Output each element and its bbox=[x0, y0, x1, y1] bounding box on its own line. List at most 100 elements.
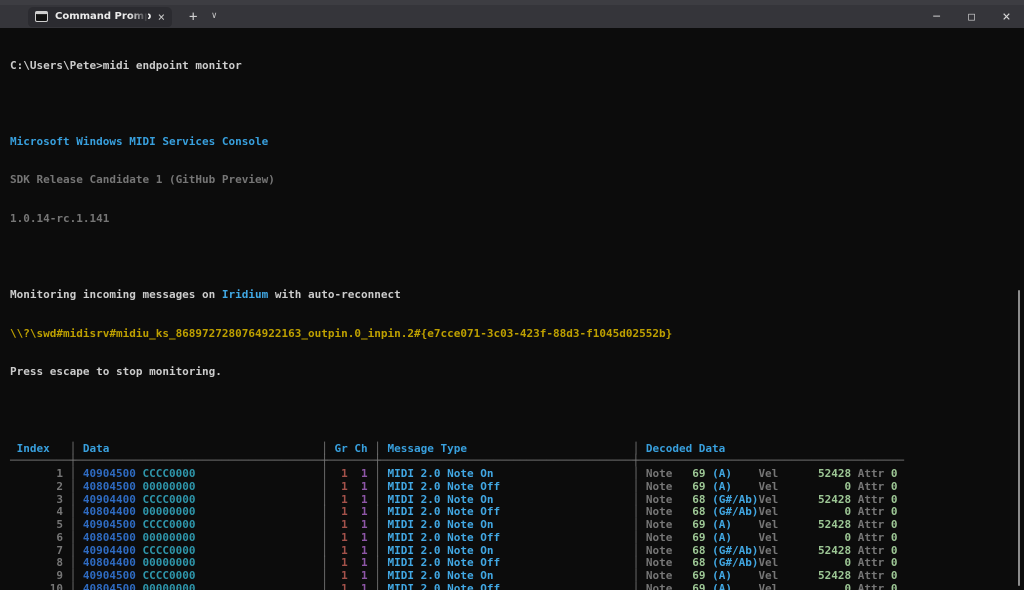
cell-data-word1: 40904500 bbox=[83, 569, 136, 582]
cell-attr-label: Attr bbox=[851, 582, 891, 590]
monitoring-prefix: Monitoring incoming messages on bbox=[10, 288, 222, 301]
header-index: Index bbox=[10, 442, 63, 455]
cell-note-label: Note bbox=[646, 480, 673, 493]
cell-velocity: 52428 bbox=[778, 493, 851, 506]
column-separator: │ bbox=[368, 480, 388, 493]
cell-channel: 1 bbox=[348, 544, 368, 557]
column-separator: │ bbox=[63, 582, 83, 590]
cell-attr-label: Attr bbox=[851, 518, 891, 531]
command-prompt-icon bbox=[35, 11, 48, 22]
tab-close-icon[interactable]: × bbox=[158, 11, 165, 23]
scrollbar-thumb[interactable] bbox=[1018, 290, 1020, 586]
cell-velocity-label: Vel bbox=[758, 480, 778, 493]
column-separator: │ bbox=[633, 480, 646, 493]
cell-velocity: 0 bbox=[778, 531, 851, 544]
cell-group: 1 bbox=[335, 467, 348, 480]
column-separator: │ bbox=[633, 493, 646, 506]
cell-group: 1 bbox=[335, 531, 348, 544]
cell-velocity: 52428 bbox=[778, 569, 851, 582]
cell-message-type: MIDI 2.0 Note On bbox=[388, 569, 633, 582]
cell-attr-label: Attr bbox=[851, 569, 891, 582]
column-separator: │ bbox=[63, 531, 83, 544]
tab-command-prompt[interactable]: Command Prompt - midi end × bbox=[28, 7, 172, 27]
cell-channel: 1 bbox=[348, 505, 368, 518]
cell-attr-value: 0 bbox=[891, 518, 898, 531]
cell-attr-value: 0 bbox=[891, 582, 898, 590]
cell-note-label: Note bbox=[646, 518, 673, 531]
column-separator: │ bbox=[633, 518, 646, 531]
cell-group: 1 bbox=[335, 582, 348, 590]
cell-data-word2: CCCC0000 bbox=[136, 493, 321, 506]
cell-attr-value: 0 bbox=[891, 556, 898, 569]
cell-note-number: 69 bbox=[672, 569, 705, 582]
cell-note-number: 69 bbox=[672, 531, 705, 544]
tab-title-fade bbox=[130, 7, 148, 27]
column-separator: │ bbox=[63, 556, 83, 569]
column-separator: │ bbox=[63, 544, 83, 557]
cell-note-number: 68 bbox=[672, 544, 705, 557]
cell-attr-value: 0 bbox=[891, 544, 898, 557]
column-separator: │ bbox=[368, 531, 388, 544]
prompt-line: C:\Users\Pete>midi endpoint monitor bbox=[10, 60, 1024, 73]
column-separator: │ bbox=[321, 518, 334, 531]
cell-message-type: MIDI 2.0 Note On bbox=[388, 544, 633, 557]
cell-data-word1: 40804400 bbox=[83, 556, 136, 569]
minimize-button[interactable]: ─ bbox=[919, 5, 954, 28]
cell-attr-label: Attr bbox=[851, 544, 891, 557]
column-separator: │ bbox=[321, 544, 334, 557]
column-separator: │ bbox=[321, 556, 334, 569]
cell-message-type: MIDI 2.0 Note Off bbox=[388, 582, 633, 590]
cell-attr-value: 0 bbox=[891, 531, 898, 544]
cell-note-label: Note bbox=[646, 582, 673, 590]
window-controls: ─ □ × bbox=[919, 5, 1024, 28]
cell-group: 1 bbox=[335, 544, 348, 557]
cell-velocity-label: Vel bbox=[758, 467, 778, 480]
cell-velocity: 0 bbox=[778, 505, 851, 518]
cell-note-label: Note bbox=[646, 531, 673, 544]
maximize-button[interactable]: □ bbox=[954, 5, 989, 28]
cell-group: 1 bbox=[335, 505, 348, 518]
cell-group: 1 bbox=[335, 556, 348, 569]
endpoint-id-line: \\?\swd#midisrv#midiu_ks_868972728076492… bbox=[10, 328, 1024, 341]
cell-note-name: (G#/Ab) bbox=[705, 544, 758, 557]
cell-note-label: Note bbox=[646, 467, 673, 480]
cell-attr-label: Attr bbox=[851, 493, 891, 506]
cell-data-word1: 40804500 bbox=[83, 582, 136, 590]
close-button[interactable]: × bbox=[989, 5, 1024, 28]
cell-index: 9 bbox=[10, 569, 63, 582]
header-decoded-data: Decoded Data bbox=[646, 442, 725, 455]
column-separator: │ bbox=[368, 505, 388, 518]
column-separator: │ bbox=[321, 442, 334, 455]
new-tab-button[interactable]: + bbox=[189, 10, 197, 24]
column-separator: │ bbox=[321, 505, 334, 518]
cell-velocity-label: Vel bbox=[758, 556, 778, 569]
header-data: Data bbox=[83, 442, 321, 455]
cell-index: 7 bbox=[10, 544, 63, 557]
cell-channel: 1 bbox=[348, 480, 368, 493]
cell-attr-value: 0 bbox=[891, 569, 898, 582]
cell-velocity: 0 bbox=[778, 480, 851, 493]
cell-velocity-label: Vel bbox=[758, 569, 778, 582]
cell-attr-value: 0 bbox=[891, 493, 898, 506]
cell-message-type: MIDI 2.0 Note Off bbox=[388, 531, 633, 544]
column-separator: │ bbox=[321, 467, 334, 480]
cell-group: 1 bbox=[335, 480, 348, 493]
column-separator: │ bbox=[321, 582, 334, 590]
column-separator: │ bbox=[368, 582, 388, 590]
cell-note-number: 68 bbox=[672, 556, 705, 569]
cell-velocity-label: Vel bbox=[758, 544, 778, 557]
column-separator: │ bbox=[368, 467, 388, 480]
cell-attr-label: Attr bbox=[851, 556, 891, 569]
column-separator: │ bbox=[321, 493, 334, 506]
prompt-text: C:\Users\Pete>midi endpoint monitor bbox=[10, 59, 242, 72]
tab-dropdown-icon[interactable]: ∨ bbox=[211, 12, 216, 21]
header-message-type: Message Type bbox=[388, 442, 633, 455]
sdk-line: SDK Release Candidate 1 (GitHub Preview) bbox=[10, 174, 1024, 187]
cell-message-type: MIDI 2.0 Note On bbox=[388, 467, 633, 480]
cell-data-word1: 40904400 bbox=[83, 493, 136, 506]
column-separator: │ bbox=[321, 569, 334, 582]
column-separator: │ bbox=[368, 518, 388, 531]
header-rule: ─────────┼──────────────────────────────… bbox=[10, 454, 904, 467]
cell-note-number: 68 bbox=[672, 493, 705, 506]
terminal-output: C:\Users\Pete>midi endpoint monitor Micr… bbox=[0, 28, 1024, 590]
